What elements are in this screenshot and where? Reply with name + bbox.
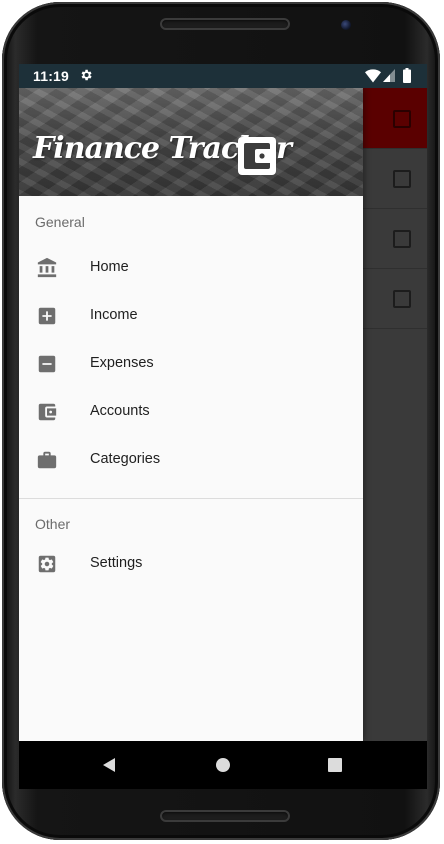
drawer-item-expenses[interactable]: Expenses [19,340,363,388]
drawer-item-home[interactable]: Home [19,244,363,292]
wallet-icon [38,403,57,421]
section-label-general: General [35,214,85,230]
section-divider [19,498,363,499]
earpiece-speaker [160,18,290,30]
drawer-item-label: Home [90,259,129,275]
drawer-item-label: Settings [90,555,143,571]
back-button[interactable] [79,741,139,789]
list-item[interactable] [363,208,427,269]
home-icon [216,758,230,772]
drawer-item-income[interactable]: Income [19,292,363,340]
drawer-item-settings[interactable]: Settings [19,540,363,588]
drawer-header: Finance Tracker [19,88,363,196]
briefcase-icon [37,451,57,469]
drawer-item-categories[interactable]: Categories [19,436,363,484]
recents-icon [328,758,342,772]
front-camera [341,20,351,30]
checkbox-icon [393,230,411,248]
signal-icon [383,69,395,82]
status-time: 11:19 [33,68,70,84]
drawer-item-label: Categories [90,451,161,467]
drawer-item-label: Accounts [90,403,150,419]
screen: 11:19 Finance Tracker General Home Incom… [19,64,427,741]
bank-icon [37,257,57,278]
checkbox-icon [393,290,411,308]
wallet-icon [238,137,276,175]
plus-box-icon [38,307,56,325]
home-button[interactable] [193,741,253,789]
battery-icon [403,68,411,83]
status-bar: 11:19 [19,64,427,88]
system-navigation-bar [19,741,427,789]
list-item[interactable] [363,268,427,329]
minus-box-icon [38,355,56,373]
gear-icon [81,69,92,81]
wifi-icon [365,69,381,83]
calendar-icon [393,110,411,128]
list-item[interactable] [363,148,427,209]
settings-box-icon [38,555,56,573]
drawer-item-label: Expenses [90,355,154,371]
navigation-drawer: Finance Tracker General Home Income Expe… [19,88,363,741]
recents-button[interactable] [305,741,365,789]
section-label-other: Other [35,516,71,532]
drawer-item-label: Income [90,307,138,323]
drawer-item-accounts[interactable]: Accounts [19,388,363,436]
bottom-speaker [160,810,290,822]
checkbox-icon [393,170,411,188]
back-icon [103,758,115,772]
calendar-row[interactable] [363,88,427,149]
